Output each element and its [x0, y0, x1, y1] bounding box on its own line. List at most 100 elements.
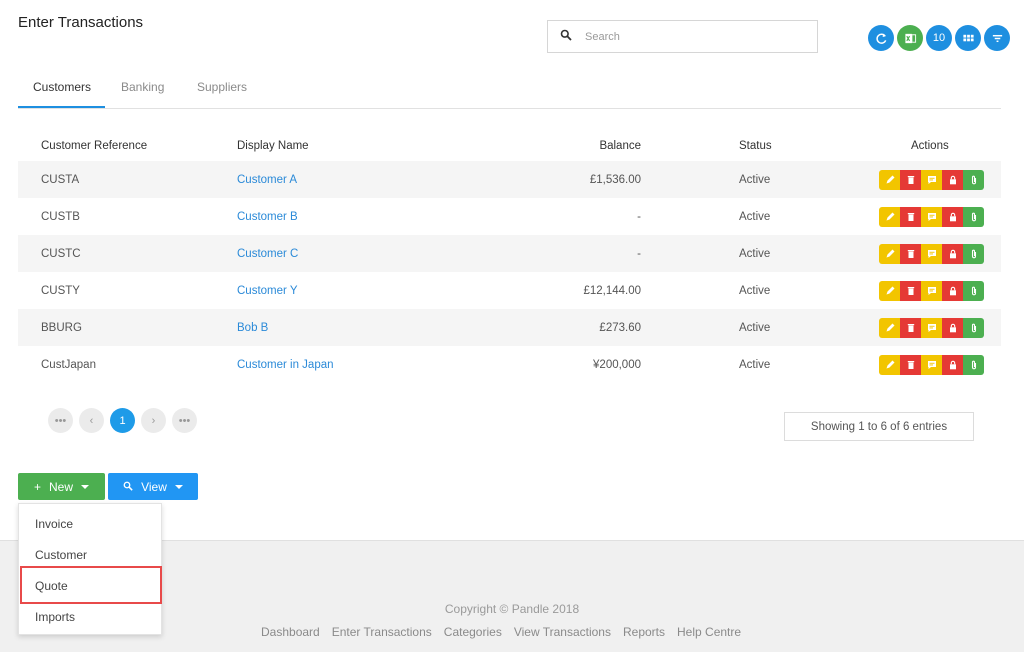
customer-reference: CUSTA	[41, 173, 80, 186]
search-icon	[560, 28, 572, 46]
customer-reference: BBURG	[41, 321, 82, 334]
tab-bar: Customers Banking Suppliers	[18, 70, 1001, 109]
grid-icon[interactable]	[955, 25, 981, 51]
trash-icon[interactable]	[900, 354, 921, 375]
note-icon[interactable]	[921, 206, 942, 227]
paperclip-icon[interactable]	[963, 280, 984, 301]
paperclip-icon[interactable]	[963, 317, 984, 338]
column-header-reference[interactable]: Customer Reference	[41, 140, 147, 152]
table-row: CustJapan Customer in Japan ¥200,000 Active	[18, 346, 1001, 383]
customer-status: Active	[739, 321, 771, 334]
customer-reference: CUSTY	[41, 284, 80, 297]
refresh-icon[interactable]	[868, 25, 894, 51]
trash-icon[interactable]	[900, 169, 921, 190]
page-title: Enter Transactions	[18, 14, 144, 31]
tab-suppliers[interactable]: Suppliers	[197, 80, 247, 94]
footer-link-reports[interactable]: Reports	[623, 625, 665, 639]
row-actions	[879, 169, 984, 190]
note-icon[interactable]	[921, 280, 942, 301]
first-page-button[interactable]: •••	[48, 408, 73, 433]
tab-customers[interactable]: Customers	[33, 80, 91, 94]
pencil-icon[interactable]	[879, 243, 900, 264]
row-actions	[879, 317, 984, 338]
trash-icon[interactable]	[900, 280, 921, 301]
menu-item-invoice[interactable]: Invoice	[35, 517, 73, 531]
toolbar-icons: 10	[868, 25, 1010, 51]
footer-link-categories[interactable]: Categories	[444, 625, 502, 639]
note-icon[interactable]	[921, 317, 942, 338]
page-size-button[interactable]: 10	[926, 25, 952, 51]
customer-name-link[interactable]: Bob B	[237, 322, 268, 334]
customer-reference: CustJapan	[41, 358, 96, 371]
paperclip-icon[interactable]	[963, 169, 984, 190]
new-dropdown-menu: Invoice Customer Quote Imports	[18, 503, 162, 635]
customer-balance: -	[637, 210, 641, 223]
footer-links: Dashboard Enter Transactions Categories …	[261, 625, 741, 639]
lock-icon[interactable]	[942, 206, 963, 227]
page-1-button[interactable]: 1	[110, 408, 135, 433]
menu-item-customer[interactable]: Customer	[35, 548, 87, 562]
note-icon[interactable]	[921, 354, 942, 375]
prev-page-button[interactable]: ‹	[79, 408, 104, 433]
customer-status: Active	[739, 173, 771, 186]
pagination: ••• ‹ 1 › •••	[48, 408, 197, 433]
view-button[interactable]: View	[108, 473, 198, 500]
paperclip-icon[interactable]	[963, 243, 984, 264]
note-icon[interactable]	[921, 169, 942, 190]
footer-link-dashboard[interactable]: Dashboard	[261, 625, 320, 639]
tab-banking[interactable]: Banking	[121, 80, 164, 94]
new-button-label: New	[49, 479, 74, 494]
last-page-button[interactable]: •••	[172, 408, 197, 433]
lock-icon[interactable]	[942, 243, 963, 264]
pencil-icon[interactable]	[879, 354, 900, 375]
filter-icon[interactable]	[984, 25, 1010, 51]
customer-name-link[interactable]: Customer in Japan	[237, 359, 334, 371]
caret-down-icon	[81, 484, 90, 489]
next-page-button[interactable]: ›	[141, 408, 166, 433]
pencil-icon[interactable]	[879, 317, 900, 338]
pencil-icon[interactable]	[879, 280, 900, 301]
customer-name-link[interactable]: Customer A	[237, 174, 297, 186]
customer-name-link[interactable]: Customer B	[237, 211, 298, 223]
new-button[interactable]: + New	[18, 473, 105, 500]
paperclip-icon[interactable]	[963, 354, 984, 375]
footer-link-enter-transactions[interactable]: Enter Transactions	[332, 625, 432, 639]
customers-table: Customer Reference Display Name Balance …	[18, 130, 1001, 383]
trash-icon[interactable]	[900, 317, 921, 338]
table-row: CUSTB Customer B - Active	[18, 198, 1001, 235]
lock-icon[interactable]	[942, 354, 963, 375]
note-icon[interactable]	[921, 243, 942, 264]
lock-icon[interactable]	[942, 280, 963, 301]
footer-link-view-transactions[interactable]: View Transactions	[514, 625, 611, 639]
search-input[interactable]	[585, 30, 795, 43]
row-actions	[879, 354, 984, 375]
pencil-icon[interactable]	[879, 206, 900, 227]
customer-reference: CUSTB	[41, 210, 80, 223]
trash-icon[interactable]	[900, 206, 921, 227]
table-row: CUSTC Customer C - Active	[18, 235, 1001, 272]
lock-icon[interactable]	[942, 317, 963, 338]
caret-down-icon	[174, 484, 183, 489]
customer-name-link[interactable]: Customer Y	[237, 285, 298, 297]
plus-icon: +	[33, 479, 41, 494]
pencil-icon[interactable]	[879, 169, 900, 190]
table-row: CUSTA Customer A £1,536.00 Active	[18, 161, 1001, 198]
customer-balance: ¥200,000	[593, 358, 641, 371]
lock-icon[interactable]	[942, 169, 963, 190]
column-header-status[interactable]: Status	[739, 140, 772, 152]
menu-item-imports[interactable]: Imports	[35, 610, 75, 624]
customer-balance: £273.60	[599, 321, 641, 334]
column-header-balance[interactable]: Balance	[599, 140, 641, 152]
paperclip-icon[interactable]	[963, 206, 984, 227]
customer-status: Active	[739, 247, 771, 260]
column-header-display-name[interactable]: Display Name	[237, 140, 309, 152]
trash-icon[interactable]	[900, 243, 921, 264]
table-row: BBURG Bob B £273.60 Active	[18, 309, 1001, 346]
customer-balance: £1,536.00	[589, 173, 641, 186]
table-header: Customer Reference Display Name Balance …	[18, 130, 1001, 161]
excel-icon[interactable]	[897, 25, 923, 51]
footer-link-help-centre[interactable]: Help Centre	[677, 625, 741, 639]
customer-name-link[interactable]: Customer C	[237, 248, 298, 260]
customer-status: Active	[739, 358, 771, 371]
search-box[interactable]	[547, 20, 818, 53]
